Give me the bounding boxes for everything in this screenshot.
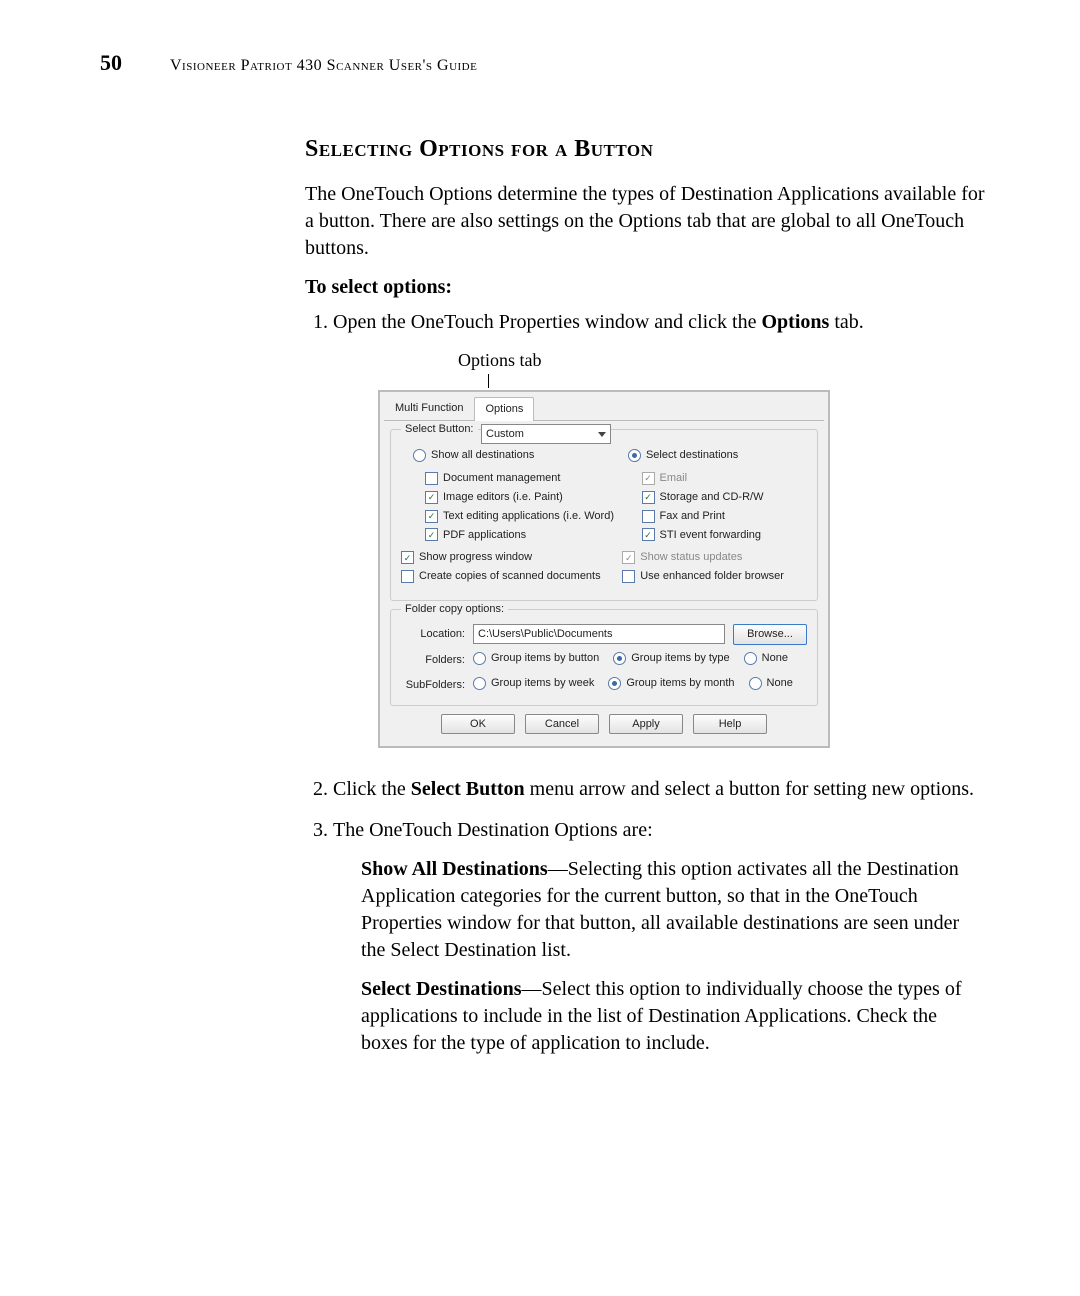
- folder-copy-group: Folder copy options: Location: C:\Users\…: [390, 609, 818, 706]
- help-button[interactable]: Help: [693, 714, 767, 735]
- show-all-bold: Show All Destinations: [361, 858, 548, 880]
- radio-subfolders-none[interactable]: None: [749, 676, 793, 691]
- subheading-to-select: To select options:: [305, 276, 985, 299]
- running-header: Visioneer Patriot 430 Scanner User's Gui…: [170, 57, 477, 75]
- check-sti-label: STI event forwarding: [660, 528, 762, 543]
- annotation-options-tab: Options tab: [458, 348, 985, 372]
- select-button-dropdown[interactable]: Custom: [481, 424, 611, 444]
- folders-label: Folders:: [401, 653, 465, 668]
- check-text-editing[interactable]: Text editing applications (i.e. Word): [425, 509, 624, 524]
- radio-folders-none[interactable]: None: [744, 651, 788, 666]
- folder-copy-title: Folder copy options:: [401, 602, 508, 617]
- intro-paragraph: The OneTouch Options determine the types…: [305, 181, 985, 262]
- radio-folders-by-button[interactable]: Group items by button: [473, 651, 599, 666]
- check-pdf-apps-label: PDF applications: [443, 528, 526, 543]
- select-button-label: Select Button:: [405, 422, 474, 437]
- check-fax-print[interactable]: Fax and Print: [642, 509, 807, 524]
- check-copies-label: Create copies of scanned documents: [419, 569, 601, 584]
- step-3-text: The OneTouch Destination Options are:: [333, 819, 653, 841]
- check-pdf-applications[interactable]: PDF applications: [425, 528, 624, 543]
- check-show-progress[interactable]: Show progress window: [401, 550, 604, 565]
- annotation-leader-line: [488, 374, 489, 388]
- step-1-bold: Options: [762, 311, 830, 333]
- check-document-management[interactable]: Document management: [425, 471, 624, 486]
- step-1: Open the OneTouch Properties window and …: [333, 309, 985, 748]
- tab-bar: Multi Function Options: [384, 396, 824, 421]
- select-button-group: Select Button: Custom: [390, 429, 818, 601]
- step-2: Click the Select Button menu arrow and s…: [333, 776, 985, 803]
- subfolders-label: SubFolders:: [401, 678, 465, 693]
- radio-folders-by-type[interactable]: Group items by type: [613, 651, 729, 666]
- section-title: Selecting Options for a Button: [305, 136, 985, 163]
- check-enhanced-browser[interactable]: Use enhanced folder browser: [622, 569, 807, 584]
- check-text-editing-label: Text editing applications (i.e. Word): [443, 509, 614, 524]
- step-1-pre: Open the OneTouch Properties window and …: [333, 311, 762, 333]
- step-2-bold: Select Button: [411, 778, 525, 800]
- check-show-status[interactable]: Show status updates: [622, 550, 807, 565]
- radio-subfolders-by-week-label: Group items by week: [491, 676, 594, 691]
- browse-button[interactable]: Browse...: [733, 624, 807, 645]
- cancel-button[interactable]: Cancel: [525, 714, 599, 735]
- page-number: 50: [100, 50, 140, 76]
- apply-button[interactable]: Apply: [609, 714, 683, 735]
- check-sti-forwarding[interactable]: STI event forwarding: [642, 528, 807, 543]
- chevron-down-icon: [598, 432, 606, 437]
- check-progress-label: Show progress window: [419, 550, 532, 565]
- radio-show-all-label: Show all destinations: [431, 448, 534, 463]
- step-2-post: menu arrow and select a button for setti…: [525, 778, 974, 800]
- select-dest-bold: Select Destinations: [361, 978, 522, 1000]
- check-image-editors-label: Image editors (i.e. Paint): [443, 490, 563, 505]
- check-email-label: Email: [660, 471, 688, 486]
- radio-subfolders-none-label: None: [767, 676, 793, 691]
- step-2-pre: Click the: [333, 778, 411, 800]
- ok-button[interactable]: OK: [441, 714, 515, 735]
- check-storage-label: Storage and CD-R/W: [660, 490, 764, 505]
- radio-subfolders-by-week[interactable]: Group items by week: [473, 676, 594, 691]
- radio-folders-none-label: None: [762, 651, 788, 666]
- step-3: The OneTouch Destination Options are: Sh…: [333, 817, 985, 1057]
- check-create-copies[interactable]: Create copies of scanned documents: [401, 569, 604, 584]
- step-1-post: tab.: [829, 311, 863, 333]
- check-doc-mgmt-label: Document management: [443, 471, 560, 486]
- tab-multi-function[interactable]: Multi Function: [384, 396, 474, 420]
- check-email[interactable]: Email: [642, 471, 807, 486]
- check-image-editors[interactable]: Image editors (i.e. Paint): [425, 490, 624, 505]
- tab-options[interactable]: Options: [474, 397, 534, 421]
- radio-subfolders-by-month-label: Group items by month: [626, 676, 734, 691]
- location-input[interactable]: C:\Users\Public\Documents: [473, 624, 725, 644]
- select-button-value: Custom: [486, 427, 524, 442]
- options-dialog: Multi Function Options Select Button:: [378, 390, 830, 748]
- check-storage[interactable]: Storage and CD-R/W: [642, 490, 807, 505]
- location-label: Location:: [401, 627, 465, 642]
- radio-select-dest-label: Select destinations: [646, 448, 738, 463]
- radio-select-destinations[interactable]: Select destinations: [628, 448, 807, 463]
- radio-folders-by-button-label: Group items by button: [491, 651, 599, 666]
- check-status-label: Show status updates: [640, 550, 742, 565]
- check-fax-print-label: Fax and Print: [660, 509, 725, 524]
- radio-subfolders-by-month[interactable]: Group items by month: [608, 676, 734, 691]
- radio-folders-by-type-label: Group items by type: [631, 651, 729, 666]
- check-enhanced-label: Use enhanced folder browser: [640, 569, 784, 584]
- radio-show-all-destinations[interactable]: Show all destinations: [413, 448, 610, 463]
